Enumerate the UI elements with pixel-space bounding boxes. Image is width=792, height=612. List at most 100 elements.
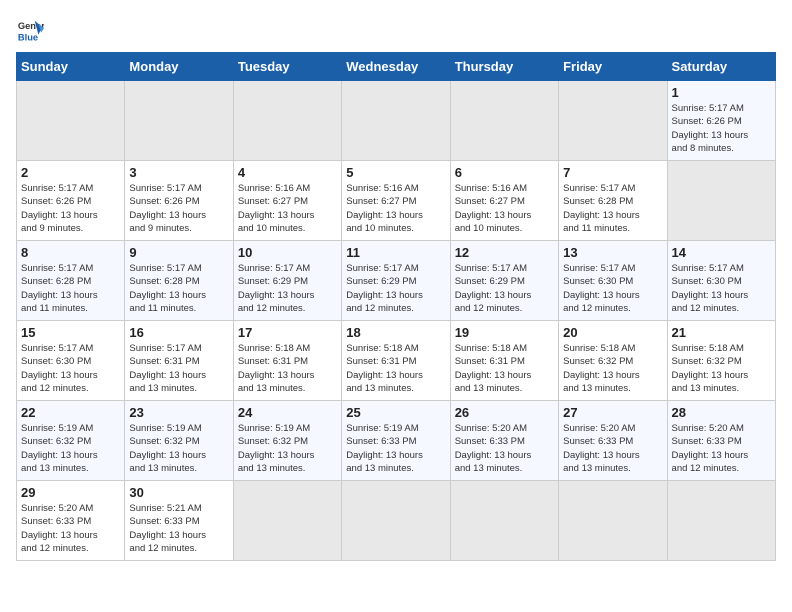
calendar-header-row: SundayMondayTuesdayWednesdayThursdayFrid… — [17, 53, 776, 81]
calendar-cell: 26Sunrise: 5:20 AM Sunset: 6:33 PM Dayli… — [450, 401, 558, 481]
calendar-cell: 10 Sunrise: 5:17 AM Sunset: 6:29 PM Dayli… — [233, 241, 341, 321]
calendar-cell — [667, 161, 775, 241]
day-info: Sunrise: 5:19 AM Sunset: 6:32 PM Dayligh… — [21, 422, 120, 475]
calendar-cell: 4 Sunrise: 5:16 AM Sunset: 6:27 PM Daylig… — [233, 161, 341, 241]
calendar-cell: 1Sunrise: 5:17 AM Sunset: 6:26 PM Daylig… — [667, 81, 775, 161]
calendar-table: SundayMondayTuesdayWednesdayThursdayFrid… — [16, 52, 776, 561]
day-info: Sunrise: 5:16 AM Sunset: 6:27 PM Dayligh… — [238, 182, 337, 235]
day-number: 3 — [129, 165, 228, 180]
day-info: Sunrise: 5:18 AM Sunset: 6:32 PM Dayligh… — [563, 342, 662, 395]
column-header-saturday: Saturday — [667, 53, 775, 81]
day-info: Sunrise: 5:18 AM Sunset: 6:31 PM Dayligh… — [238, 342, 337, 395]
day-number: 2 — [21, 165, 120, 180]
day-number: 12 — [455, 245, 554, 260]
day-number: 21 — [672, 325, 771, 340]
calendar-week-4: 22Sunrise: 5:19 AM Sunset: 6:32 PM Dayli… — [17, 401, 776, 481]
column-header-friday: Friday — [559, 53, 667, 81]
day-number: 7 — [563, 165, 662, 180]
calendar-cell: 19 Sunrise: 5:18 AM Sunset: 6:31 PM Dayli… — [450, 321, 558, 401]
calendar-cell — [450, 481, 558, 561]
day-info: Sunrise: 5:18 AM Sunset: 6:32 PM Dayligh… — [672, 342, 771, 395]
day-number: 1 — [672, 85, 771, 100]
day-number: 5 — [346, 165, 445, 180]
day-info: Sunrise: 5:20 AM Sunset: 6:33 PM Dayligh… — [672, 422, 771, 475]
day-info: Sunrise: 5:17 AM Sunset: 6:28 PM Dayligh… — [563, 182, 662, 235]
day-number: 23 — [129, 405, 228, 420]
day-info: Sunrise: 5:17 AM Sunset: 6:26 PM Dayligh… — [21, 182, 120, 235]
day-number: 28 — [672, 405, 771, 420]
day-number: 19 — [455, 325, 554, 340]
calendar-cell: 6Sunrise: 5:16 AM Sunset: 6:27 PM Daylig… — [450, 161, 558, 241]
day-number: 15 — [21, 325, 120, 340]
calendar-week-5: 29 Sunrise: 5:20 AM Sunset: 6:33 PM Dayli… — [17, 481, 776, 561]
calendar-cell: 9 Sunrise: 5:17 AM Sunset: 6:28 PM Daylig… — [125, 241, 233, 321]
calendar-cell: 15 Sunrise: 5:17 AM Sunset: 6:30 PM Dayli… — [17, 321, 125, 401]
column-header-monday: Monday — [125, 53, 233, 81]
calendar-cell: 12 Sunrise: 5:17 AM Sunset: 6:29 PM Dayli… — [450, 241, 558, 321]
calendar-cell — [342, 481, 450, 561]
day-number: 24 — [238, 405, 337, 420]
header: General Blue — [16, 16, 776, 44]
calendar-cell: 28 Sunrise: 5:20 AM Sunset: 6:33 PM Dayli… — [667, 401, 775, 481]
column-header-tuesday: Tuesday — [233, 53, 341, 81]
day-info: Sunrise: 5:17 AM Sunset: 6:30 PM Dayligh… — [672, 262, 771, 315]
day-info: Sunrise: 5:20 AM Sunset: 6:33 PM Dayligh… — [563, 422, 662, 475]
day-info: Sunrise: 5:17 AM Sunset: 6:29 PM Dayligh… — [455, 262, 554, 315]
column-header-thursday: Thursday — [450, 53, 558, 81]
calendar-cell: 5Sunrise: 5:16 AM Sunset: 6:27 PM Daylig… — [342, 161, 450, 241]
calendar-cell: 7 Sunrise: 5:17 AM Sunset: 6:28 PM Daylig… — [559, 161, 667, 241]
day-number: 6 — [455, 165, 554, 180]
day-info: Sunrise: 5:17 AM Sunset: 6:31 PM Dayligh… — [129, 342, 228, 395]
calendar-cell — [667, 481, 775, 561]
calendar-week-3: 15 Sunrise: 5:17 AM Sunset: 6:30 PM Dayli… — [17, 321, 776, 401]
calendar-cell: 8Sunrise: 5:17 AM Sunset: 6:28 PM Daylig… — [17, 241, 125, 321]
day-info: Sunrise: 5:17 AM Sunset: 6:28 PM Dayligh… — [21, 262, 120, 315]
day-info: Sunrise: 5:17 AM Sunset: 6:30 PM Dayligh… — [563, 262, 662, 315]
calendar-cell — [342, 81, 450, 161]
logo-icon: General Blue — [16, 16, 44, 44]
day-info: Sunrise: 5:18 AM Sunset: 6:31 PM Dayligh… — [455, 342, 554, 395]
calendar-cell — [559, 481, 667, 561]
day-number: 14 — [672, 245, 771, 260]
day-info: Sunrise: 5:19 AM Sunset: 6:32 PM Dayligh… — [238, 422, 337, 475]
calendar-cell: 30Sunrise: 5:21 AM Sunset: 6:33 PM Dayli… — [125, 481, 233, 561]
calendar-cell — [559, 81, 667, 161]
day-number: 17 — [238, 325, 337, 340]
day-number: 20 — [563, 325, 662, 340]
calendar-cell: 16Sunrise: 5:17 AM Sunset: 6:31 PM Dayli… — [125, 321, 233, 401]
day-number: 9 — [129, 245, 228, 260]
calendar-cell: 2 Sunrise: 5:17 AM Sunset: 6:26 PM Daylig… — [17, 161, 125, 241]
day-info: Sunrise: 5:21 AM Sunset: 6:33 PM Dayligh… — [129, 502, 228, 555]
day-number: 18 — [346, 325, 445, 340]
calendar-cell: 18 Sunrise: 5:18 AM Sunset: 6:31 PM Dayli… — [342, 321, 450, 401]
calendar-cell: 3Sunrise: 5:17 AM Sunset: 6:26 PM Daylig… — [125, 161, 233, 241]
calendar-cell — [233, 81, 341, 161]
calendar-cell — [233, 481, 341, 561]
svg-text:Blue: Blue — [18, 32, 38, 42]
calendar-cell: 29 Sunrise: 5:20 AM Sunset: 6:33 PM Dayli… — [17, 481, 125, 561]
calendar-cell: 20 Sunrise: 5:18 AM Sunset: 6:32 PM Dayli… — [559, 321, 667, 401]
day-info: Sunrise: 5:17 AM Sunset: 6:30 PM Dayligh… — [21, 342, 120, 395]
day-info: Sunrise: 5:18 AM Sunset: 6:31 PM Dayligh… — [346, 342, 445, 395]
calendar-cell: 21 Sunrise: 5:18 AM Sunset: 6:32 PM Dayli… — [667, 321, 775, 401]
day-number: 27 — [563, 405, 662, 420]
calendar-cell: 11Sunrise: 5:17 AM Sunset: 6:29 PM Dayli… — [342, 241, 450, 321]
day-info: Sunrise: 5:19 AM Sunset: 6:33 PM Dayligh… — [346, 422, 445, 475]
calendar-cell: 13Sunrise: 5:17 AM Sunset: 6:30 PM Dayli… — [559, 241, 667, 321]
calendar-cell: 24 Sunrise: 5:19 AM Sunset: 6:32 PM Dayli… — [233, 401, 341, 481]
calendar-cell: 17 Sunrise: 5:18 AM Sunset: 6:31 PM Dayli… — [233, 321, 341, 401]
calendar-cell: 25Sunrise: 5:19 AM Sunset: 6:33 PM Dayli… — [342, 401, 450, 481]
day-info: Sunrise: 5:17 AM Sunset: 6:29 PM Dayligh… — [238, 262, 337, 315]
calendar-week-2: 8Sunrise: 5:17 AM Sunset: 6:28 PM Daylig… — [17, 241, 776, 321]
day-number: 10 — [238, 245, 337, 260]
day-info: Sunrise: 5:17 AM Sunset: 6:28 PM Dayligh… — [129, 262, 228, 315]
calendar-cell — [125, 81, 233, 161]
calendar-cell: 27 Sunrise: 5:20 AM Sunset: 6:33 PM Dayli… — [559, 401, 667, 481]
day-number: 11 — [346, 245, 445, 260]
day-info: Sunrise: 5:20 AM Sunset: 6:33 PM Dayligh… — [21, 502, 120, 555]
calendar-cell: 22Sunrise: 5:19 AM Sunset: 6:32 PM Dayli… — [17, 401, 125, 481]
column-header-wednesday: Wednesday — [342, 53, 450, 81]
day-number: 29 — [21, 485, 120, 500]
day-number: 4 — [238, 165, 337, 180]
logo: General Blue — [16, 16, 48, 44]
